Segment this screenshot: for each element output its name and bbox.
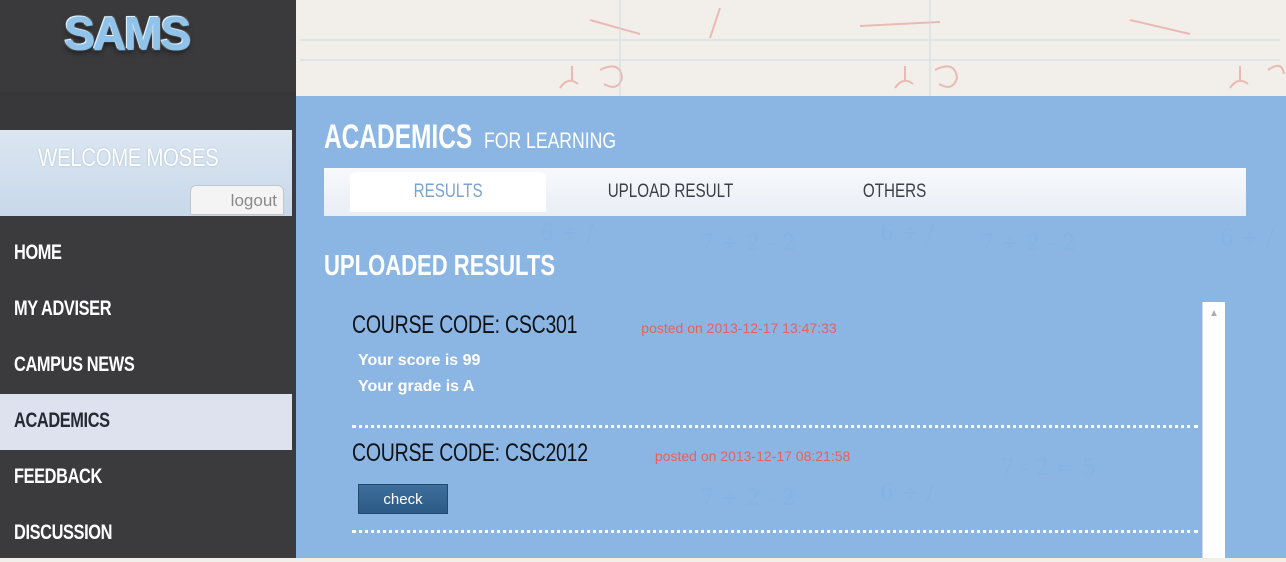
academics-panel: ACADEMICS FOR LEARNING RESULTS UPLOAD RE… (296, 96, 1286, 558)
nav-item-label: ACADEMICS (14, 409, 110, 432)
course-code: COURSE CODE: CSC301 (352, 311, 578, 339)
nav-item-campus-news[interactable]: CAMPUS NEWS (0, 338, 292, 394)
tab-label: OTHERS (863, 181, 927, 202)
nav-item-label: MY ADVISER (14, 297, 112, 320)
results-list: COURSE CODE: CSC301 posted on 2013-12-17… (352, 304, 1198, 533)
welcome-panel: WELCOME MOSES logout (0, 130, 292, 216)
logout-button[interactable]: logout (190, 185, 284, 215)
logo-area: SAMS (0, 0, 296, 92)
sidebar-spacer (0, 92, 296, 130)
result-item: COURSE CODE: CSC301 posted on 2013-12-17… (352, 304, 1198, 428)
tab-upload-result[interactable]: UPLOAD RESULT (570, 172, 770, 212)
tab-label: RESULTS (413, 181, 483, 202)
welcome-message: WELCOME MOSES (38, 144, 219, 172)
check-button[interactable]: check (358, 484, 448, 514)
score-text: Your score is 99 (358, 352, 481, 369)
result-item: COURSE CODE: CSC2012 posted on 2013-12-1… (352, 432, 1198, 533)
posted-timestamp: posted on 2013-12-17 08:21:58 (654, 448, 851, 464)
page-title-sub: FOR LEARNING (484, 128, 617, 153)
grade-text: Your grade is A (358, 378, 475, 395)
nav-item-home[interactable]: HOME (0, 226, 292, 282)
result-header: COURSE CODE: CSC2012 posted on 2013-12-1… (352, 432, 1198, 474)
course-code: COURSE CODE: CSC2012 (352, 439, 588, 467)
tab-results[interactable]: RESULTS (350, 172, 546, 212)
nav-item-label: DISCUSSION (14, 521, 113, 544)
sams-logo[interactable]: SAMS (64, 6, 191, 60)
section-title: UPLOADED RESULTS (324, 250, 556, 282)
result-header: COURSE CODE: CSC301 posted on 2013-12-17… (352, 304, 1198, 346)
main-nav: HOME MY ADVISER CAMPUS NEWS ACADEMICS FE… (0, 226, 292, 562)
tab-label: UPLOAD RESULT (607, 181, 733, 202)
tab-others[interactable]: OTHERS (830, 172, 960, 212)
sidebar: SAMS WELCOME MOSES logout HOME MY ADVISE… (0, 0, 296, 558)
nav-item-feedback[interactable]: FEEDBACK (0, 450, 292, 506)
page-title-main: ACADEMICS (324, 118, 473, 156)
nav-item-academics[interactable]: ACADEMICS (0, 394, 292, 450)
tab-bar: RESULTS UPLOAD RESULT OTHERS (324, 168, 1246, 216)
nav-item-label: CAMPUS NEWS (14, 353, 135, 376)
posted-timestamp: posted on 2013-12-17 13:47:33 (641, 320, 837, 336)
nav-item-my-adviser[interactable]: MY ADVISER (0, 282, 292, 338)
nav-item-discussion[interactable]: DISCUSSION (0, 506, 292, 562)
nav-item-label: HOME (14, 241, 62, 264)
results-scrollbar[interactable]: ▲ (1202, 302, 1225, 558)
page-title: ACADEMICS FOR LEARNING (324, 118, 649, 157)
triangle-up-icon[interactable]: ▲ (1203, 304, 1225, 324)
nav-item-label: FEEDBACK (14, 465, 102, 488)
